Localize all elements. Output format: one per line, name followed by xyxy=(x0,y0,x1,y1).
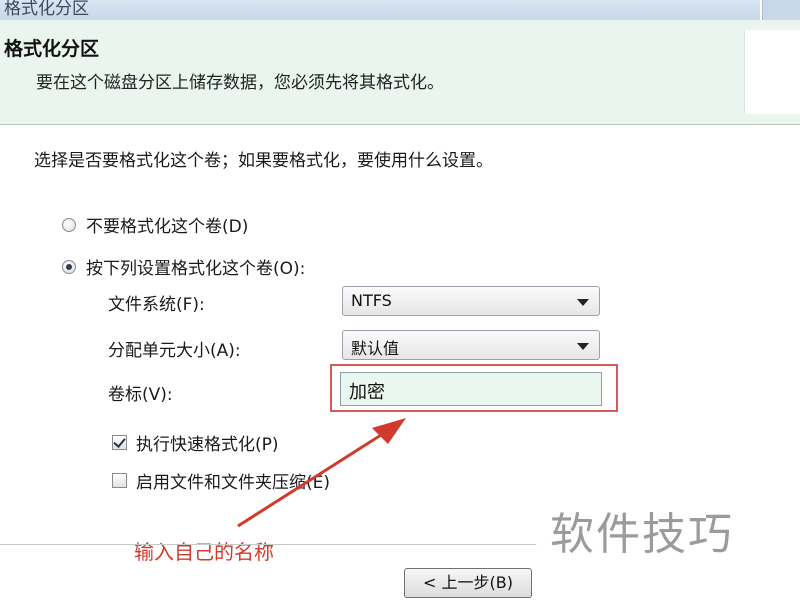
annotation-text: 输入自己的名称 xyxy=(134,540,274,564)
compression-checkbox-row[interactable]: 启用文件和文件夹压缩(E) xyxy=(112,468,330,493)
radio-no-format[interactable]: 不要格式化这个卷(D) xyxy=(62,212,248,237)
quick-format-label: 执行快速格式化(P) xyxy=(136,435,279,455)
back-button[interactable]: < 上一步(B) xyxy=(404,568,532,598)
chevron-down-icon xyxy=(577,299,589,306)
radio-button[interactable] xyxy=(62,259,76,274)
allocation-unit-dropdown[interactable]: 默认值 xyxy=(342,330,600,360)
file-system-dropdown[interactable]: NTFS xyxy=(342,286,600,316)
header-subtitle: 要在这个磁盘分区上储存数据，您必须先将其格式化。 xyxy=(36,73,444,93)
header-icon-area xyxy=(744,30,800,114)
chevron-down-icon xyxy=(577,343,589,350)
radio-no-format-label: 不要格式化这个卷(D) xyxy=(86,217,249,237)
watermark: 软件技巧 xyxy=(536,462,800,600)
allocation-unit-value: 默认值 xyxy=(351,339,400,358)
allocation-unit-label: 分配单元大小(A): xyxy=(108,341,241,361)
window-title: 格式化分区 xyxy=(4,0,89,19)
wizard-header: 格式化分区 要在这个磁盘分区上储存数据，您必须先将其格式化。 xyxy=(0,20,800,125)
quick-format-checkbox-row[interactable]: 执行快速格式化(P) xyxy=(112,430,279,455)
compression-label: 启用文件和文件夹压缩(E) xyxy=(136,473,331,493)
quick-format-checkbox[interactable] xyxy=(112,435,127,450)
radio-format-label: 按下列设置格式化这个卷(O): xyxy=(86,259,306,279)
annotation-arrow-head xyxy=(372,418,406,444)
window-title-bar: 格式化分区 xyxy=(0,0,760,21)
radio-button[interactable] xyxy=(62,217,76,232)
volume-label-label: 卷标(V): xyxy=(108,385,173,405)
file-system-label: 文件系统(F): xyxy=(108,295,205,315)
header-title: 格式化分区 xyxy=(4,38,100,60)
window-control-area xyxy=(762,0,800,20)
annotation-highlight-box xyxy=(330,364,618,412)
format-partition-dialog: 格式化分区 格式化分区 要在这个磁盘分区上储存数据，您必须先将其格式化。 选择是… xyxy=(0,0,800,600)
instruction-text: 选择是否要格式化这个卷；如果要格式化，要使用什么设置。 xyxy=(34,151,493,171)
footer-divider xyxy=(0,544,540,545)
radio-format-with-settings[interactable]: 按下列设置格式化这个卷(O): xyxy=(62,254,305,279)
file-system-value: NTFS xyxy=(351,291,392,310)
compression-checkbox[interactable] xyxy=(112,473,127,488)
watermark-text: 软件技巧 xyxy=(550,509,734,560)
